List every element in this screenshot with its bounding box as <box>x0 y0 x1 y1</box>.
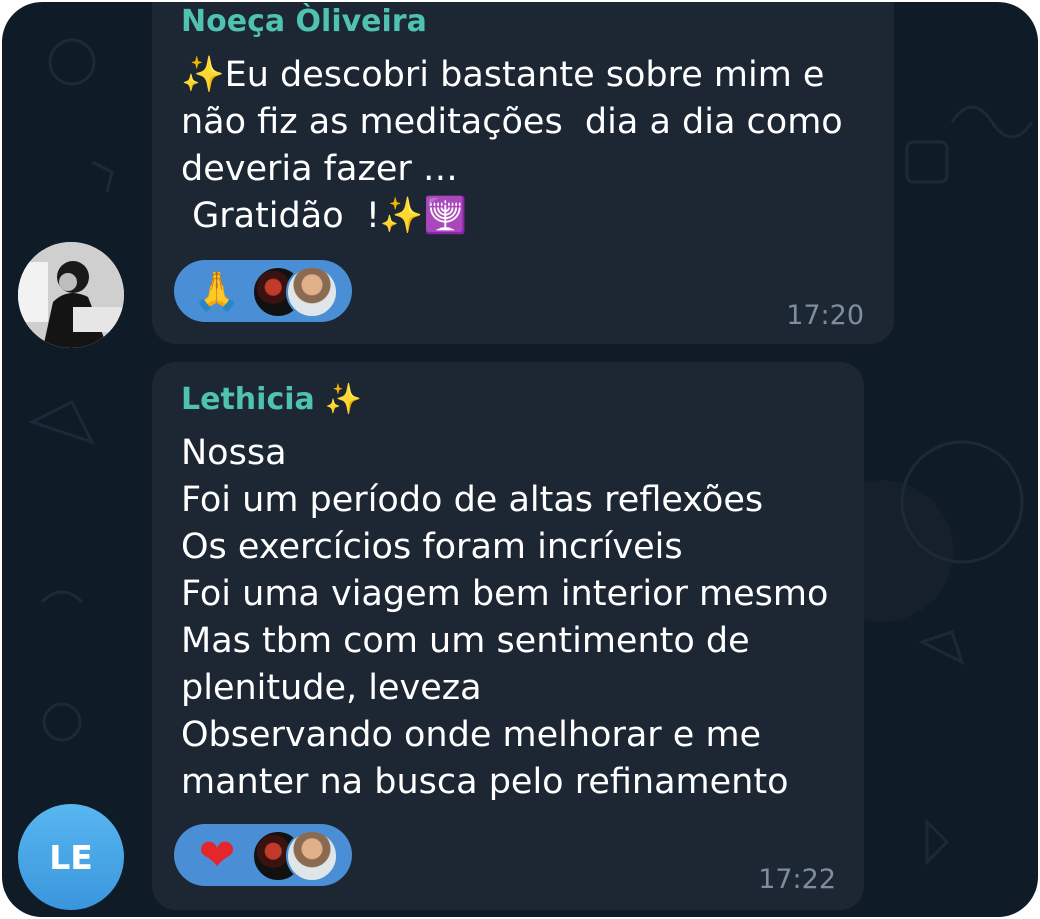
message-timestamp: 17:20 <box>786 300 864 331</box>
message-line: não fiz as meditações dia a dia como <box>181 102 843 142</box>
message-bubble[interactable]: Noeça Òliveira ✨Eu descobri bastante sob… <box>152 2 894 344</box>
message-line: Foi um período de altas reflexões <box>181 480 764 520</box>
reactor-avatars <box>252 266 342 318</box>
message-timestamp: 17:22 <box>758 864 836 895</box>
praying-hands-icon: 🙏 <box>193 268 241 313</box>
sender-name-text: Lethicia <box>181 382 315 417</box>
message-line: Mas tbm com um sentimento de <box>181 621 750 661</box>
message-line: Observando onde melhorar e me <box>181 715 762 755</box>
message-line: plenitude, leveza <box>181 668 482 708</box>
message-line: Foi uma viagem bem interior mesmo <box>181 574 829 614</box>
message-line: Os exercícios foram incríveis <box>181 527 683 567</box>
heart-icon: ❤ <box>198 829 236 881</box>
reactor-avatar-icon <box>286 830 338 882</box>
message-line: Gratidão !✨🕎 <box>181 196 468 236</box>
reactor-avatar-icon <box>286 266 338 318</box>
message-text: ✨Eu descobri bastante sobre mim e não fi… <box>181 52 843 240</box>
reaction-pill[interactable]: ❤ <box>174 824 352 886</box>
sender-name[interactable]: Lethicia ✨ <box>181 382 362 417</box>
sender-name[interactable]: Noeça Òliveira <box>181 4 427 39</box>
message-text: Nossa Foi um período de altas reflexões … <box>181 430 828 806</box>
avatar[interactable] <box>18 242 124 348</box>
avatar[interactable]: LE <box>18 804 124 910</box>
message-line: ✨Eu descobri bastante sobre mim e <box>181 55 825 95</box>
profile-photo-icon <box>18 242 124 348</box>
reactor-avatars <box>252 830 342 882</box>
sparkles-icon: ✨ <box>324 382 363 417</box>
message-line: deveria fazer … <box>181 149 458 189</box>
avatar-initials: LE <box>49 837 93 877</box>
chat-window: Noeça Òliveira ✨Eu descobri bastante sob… <box>2 2 1038 917</box>
message-bubble[interactable]: Lethicia ✨ Nossa Foi um período de altas … <box>152 362 864 910</box>
message-line: manter na busca pelo refinamento <box>181 762 789 802</box>
message-line: Nossa <box>181 433 287 473</box>
reaction-pill[interactable]: 🙏 <box>174 260 352 322</box>
